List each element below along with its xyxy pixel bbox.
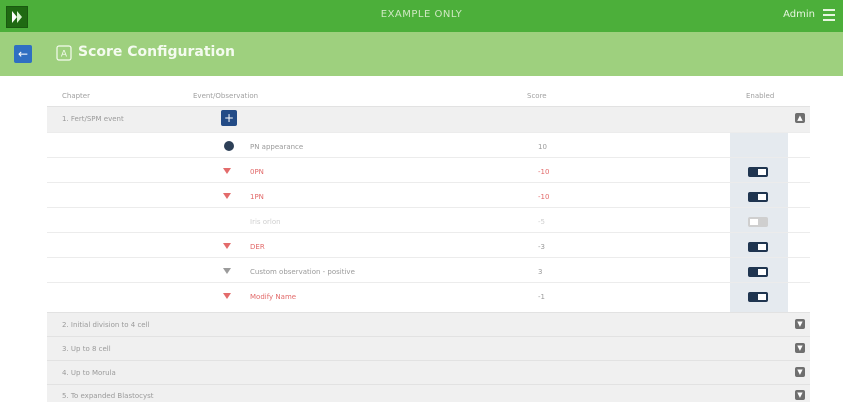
menu-line-2 bbox=[823, 14, 835, 16]
chapter-label-4: 4. Up to Morula bbox=[62, 369, 116, 377]
observation-status-icon bbox=[224, 141, 234, 151]
menu-icon[interactable] bbox=[823, 9, 835, 21]
score-icon: A bbox=[56, 45, 72, 61]
menu-line-1 bbox=[823, 9, 835, 11]
page-title: Score Configuration bbox=[78, 44, 235, 60]
enabled-toggle-4[interactable] bbox=[748, 217, 768, 227]
chevron-up-icon[interactable]: ▲ bbox=[795, 113, 805, 123]
chapter-row-4 bbox=[47, 360, 810, 385]
header-enabled: Enabled bbox=[746, 92, 775, 100]
chevron-down-icon[interactable]: ▼ bbox=[795, 367, 805, 377]
page-header: ← A Score Configuration bbox=[0, 32, 843, 76]
event-name-4: Iris orlon bbox=[250, 218, 281, 226]
event-name-6: Custom observation - positive bbox=[250, 268, 355, 276]
score-value-4: -5 bbox=[538, 218, 545, 226]
event-name-7: Modify Name bbox=[250, 293, 297, 301]
chapter-label-3: 3. Up to 8 cell bbox=[62, 345, 111, 353]
table-row-4 bbox=[47, 207, 810, 233]
chevron-down-icon[interactable]: ▼ bbox=[795, 343, 805, 353]
enabled-toggle-3[interactable] bbox=[748, 192, 768, 202]
table-row-6 bbox=[47, 257, 810, 283]
enabled-toggle-7[interactable] bbox=[748, 292, 768, 302]
score-value-5: -3 bbox=[538, 243, 545, 251]
chapter-row-5 bbox=[47, 384, 810, 402]
score-value-2: -10 bbox=[538, 168, 550, 176]
table-row-3 bbox=[47, 182, 810, 208]
back-arrow-icon: ← bbox=[17, 47, 29, 61]
table-row-2 bbox=[47, 157, 810, 183]
event-name-2: 0PN bbox=[250, 168, 264, 176]
score-value-7: -1 bbox=[538, 293, 545, 301]
warning-triangle-icon bbox=[223, 243, 231, 249]
chapter-row-3 bbox=[47, 336, 810, 361]
score-value-6: 3 bbox=[538, 268, 543, 276]
table-row-1 bbox=[47, 132, 810, 158]
menu-line-3 bbox=[823, 19, 835, 21]
score-value-3: -10 bbox=[538, 193, 550, 201]
header-event-observation: Event/Observation bbox=[193, 92, 259, 100]
table-row-7 bbox=[47, 282, 810, 308]
svg-text:A: A bbox=[61, 50, 68, 60]
top-bar: EXAMPLE ONLY Admin bbox=[0, 0, 843, 32]
event-name-3: 1PN bbox=[250, 193, 264, 201]
chevron-down-icon[interactable]: ▼ bbox=[795, 390, 805, 400]
chevron-down-icon[interactable]: ▼ bbox=[795, 319, 805, 329]
warning-triangle-icon bbox=[223, 168, 231, 174]
event-name-1: PN appearance bbox=[250, 143, 304, 151]
chapter-label-2: 2. Initial division to 4 cell bbox=[62, 321, 150, 329]
triangle-icon bbox=[223, 268, 231, 274]
enabled-toggle-2[interactable] bbox=[748, 167, 768, 177]
event-name-5: DER bbox=[250, 243, 265, 251]
chapter-label-5: 5. To expanded Blastocyst bbox=[62, 392, 154, 400]
back-button[interactable]: ← bbox=[14, 45, 32, 63]
admin-user-label[interactable]: Admin bbox=[783, 9, 815, 20]
header-score: Score bbox=[527, 92, 547, 100]
add-observation-button[interactable]: + bbox=[221, 110, 237, 126]
chapter-label-1: 1. Fert/SPM event bbox=[62, 115, 124, 123]
warning-triangle-icon bbox=[223, 193, 231, 199]
chapter-row-1 bbox=[47, 106, 810, 132]
enabled-toggle-5[interactable] bbox=[748, 242, 768, 252]
enabled-toggle-6[interactable] bbox=[748, 267, 768, 277]
score-value-1: 10 bbox=[538, 143, 547, 151]
chapter-row-2 bbox=[47, 312, 810, 337]
warning-triangle-icon bbox=[223, 293, 231, 299]
environment-label: EXAMPLE ONLY bbox=[380, 9, 463, 20]
table-row-5 bbox=[47, 232, 810, 258]
plus-icon: + bbox=[223, 111, 235, 125]
header-chapter: Chapter bbox=[62, 92, 90, 100]
